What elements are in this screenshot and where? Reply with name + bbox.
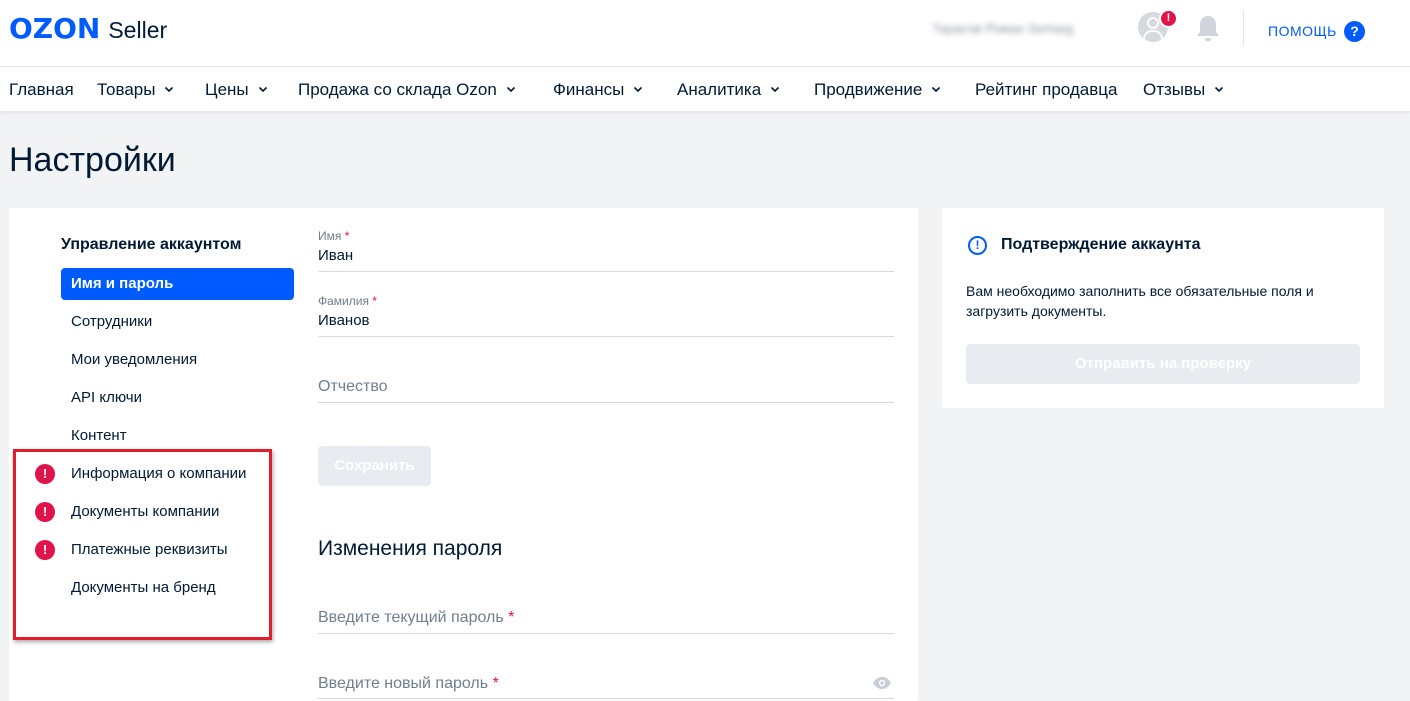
user-name[interactable]: Тарасов Роман Semarg bbox=[932, 21, 1073, 36]
nav-label: Финансы bbox=[553, 80, 625, 99]
ozon-seller-logo[interactable]: OZON Seller bbox=[9, 12, 167, 45]
nav-item-home[interactable]: Главная bbox=[9, 80, 74, 100]
sidebar-item-label: Контент bbox=[71, 427, 127, 444]
header-divider bbox=[1243, 11, 1244, 45]
eye-icon[interactable] bbox=[872, 676, 892, 690]
nav-label: Аналитика bbox=[677, 80, 762, 99]
info-icon: ! bbox=[968, 236, 987, 255]
current-password-field[interactable]: Введите текущий пароль * bbox=[318, 609, 894, 634]
chevron-down-icon bbox=[506, 86, 515, 93]
sidebar-item-label: Сотрудники bbox=[71, 313, 153, 330]
save-button[interactable]: Сохранить bbox=[318, 446, 431, 486]
avatar-alert-badge: ! bbox=[1159, 9, 1178, 28]
nav-item-seller-rating[interactable]: Рейтинг продавца bbox=[975, 80, 1117, 100]
sidebar-item-api-keys[interactable]: API ключи bbox=[61, 382, 294, 414]
new-password-field[interactable]: Введите новый пароль * bbox=[318, 675, 894, 699]
help-link[interactable]: ПОМОЩЬ bbox=[1268, 23, 1337, 39]
last-name-field[interactable]: Фамилия * Иванов bbox=[318, 294, 894, 337]
logo-brand: OZON bbox=[9, 12, 101, 45]
chevron-down-icon bbox=[165, 86, 174, 93]
nav-item-analytics[interactable]: Аналитика bbox=[677, 80, 780, 100]
verification-title: Подтверждение аккаунта bbox=[1001, 236, 1201, 253]
nav-item-ozon-warehouse[interactable]: Продажа со склада Ozon bbox=[298, 80, 516, 100]
nav-item-products[interactable]: Товары bbox=[97, 80, 174, 100]
password-section-title: Изменения пароля bbox=[318, 537, 503, 560]
nav-label: Продажа со склада Ozon bbox=[298, 80, 497, 99]
chevron-down-icon bbox=[1215, 86, 1224, 93]
sidebar-item-label: API ключи bbox=[71, 389, 142, 406]
current-password-placeholder: Введите текущий пароль * bbox=[318, 609, 515, 626]
patronymic-placeholder: Отчество bbox=[318, 378, 388, 395]
page-title: Настройки bbox=[9, 141, 176, 179]
sidebar-item-label: Мои уведомления bbox=[71, 351, 198, 368]
chevron-down-icon bbox=[932, 86, 941, 93]
nav-label: Цены bbox=[205, 80, 249, 99]
sidebar-item-employees[interactable]: Сотрудники bbox=[61, 306, 294, 338]
chevron-down-icon bbox=[771, 86, 780, 93]
sidebar-item-label: Имя и пароль bbox=[71, 275, 174, 292]
chevron-down-icon bbox=[258, 86, 267, 93]
sidebar-item-content[interactable]: Контент bbox=[61, 420, 294, 452]
sidebar-heading: Управление аккаунтом bbox=[61, 236, 242, 253]
last-name-value[interactable]: Иванов bbox=[318, 312, 894, 329]
sidebar-item-name-password[interactable]: Имя и пароль bbox=[61, 268, 294, 300]
nav-label: Отзывы bbox=[1143, 80, 1206, 99]
sidebar-item-notifications[interactable]: Мои уведомления bbox=[61, 344, 294, 376]
main-navigation: Главная Товары Цены Продажа со склада Oz… bbox=[0, 67, 1410, 112]
top-bar: OZON Seller Тарасов Роман Semarg ! ПОМОЩ… bbox=[0, 0, 1410, 67]
nav-label: Товары bbox=[97, 80, 156, 99]
nav-item-prices[interactable]: Цены bbox=[205, 80, 268, 100]
nav-label: Продвижение bbox=[814, 80, 923, 99]
submit-for-review-button[interactable]: Отправить на проверку bbox=[966, 344, 1360, 384]
patronymic-field[interactable]: Отчество bbox=[318, 378, 894, 403]
highlight-annotation-box bbox=[13, 449, 272, 640]
nav-label: Главная bbox=[9, 80, 74, 99]
nav-item-reviews[interactable]: Отзывы bbox=[1143, 80, 1224, 100]
verification-text: Вам необходимо заполнить все обязательны… bbox=[966, 283, 1314, 319]
bell-icon[interactable] bbox=[1195, 14, 1221, 44]
nav-label: Рейтинг продавца bbox=[975, 80, 1118, 99]
logo-product: Seller bbox=[108, 17, 168, 43]
new-password-placeholder: Введите новый пароль * bbox=[318, 675, 499, 692]
question-icon[interactable]: ? bbox=[1344, 21, 1365, 42]
first-name-value[interactable]: Иван bbox=[318, 247, 894, 264]
chevron-down-icon bbox=[634, 86, 643, 93]
first-name-field[interactable]: Имя * Иван bbox=[318, 229, 894, 272]
nav-item-finance[interactable]: Финансы bbox=[553, 80, 643, 100]
first-name-label: Имя * bbox=[318, 229, 350, 243]
last-name-label: Фамилия * bbox=[318, 294, 377, 308]
nav-item-promotion[interactable]: Продвижение bbox=[814, 80, 941, 100]
